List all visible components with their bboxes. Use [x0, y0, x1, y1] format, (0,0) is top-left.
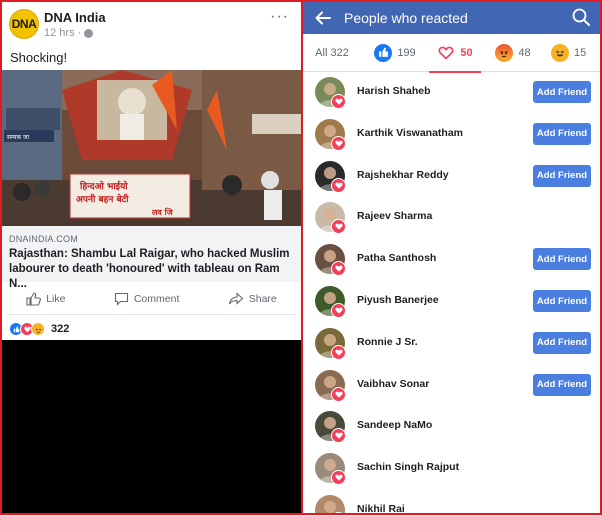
list-item[interactable]: Harish Shaheb Add Friend	[303, 72, 600, 114]
add-friend-button[interactable]: Add Friend	[533, 122, 591, 145]
link-preview[interactable]: DNAINDIA.COM Rajasthan: Shambu Lal Raiga…	[2, 226, 301, 290]
reaction-count: 322	[51, 323, 70, 335]
add-friend-button[interactable]: Add Friend	[533, 331, 591, 354]
person-name[interactable]: Sachin Singh Rajput	[357, 461, 459, 473]
person-name[interactable]: Piyush Banerjee	[357, 294, 439, 306]
image-sign-line-3: लव जि	[151, 207, 174, 217]
list-item[interactable]: Rajshekhar Reddy Add Friend	[303, 156, 600, 198]
action-bar: Like Comment Share	[2, 286, 301, 312]
add-friend-button[interactable]: Add Friend	[533, 164, 591, 187]
heart-icon	[331, 219, 346, 235]
reactions-panel: People who reacted All 322 199 50 48 15 …	[303, 2, 600, 513]
heart-icon	[331, 344, 346, 360]
list-item[interactable]: Karthik Viswanatham Add Friend	[303, 114, 600, 156]
person-name[interactable]: Vaibhav Sonar	[357, 378, 429, 390]
share-label: Share	[248, 293, 277, 305]
list-item[interactable]: Patha Santhosh Add Friend	[303, 239, 600, 281]
heart-icon	[331, 177, 346, 193]
post-time[interactable]: 12 hrs	[44, 27, 75, 39]
heart-icon	[331, 94, 346, 109]
like-button[interactable]: Like	[26, 292, 65, 306]
list-item[interactable]: Piyush Banerjee Add Friend	[303, 281, 600, 323]
heart-icon	[331, 261, 346, 277]
screen-title: People who reacted	[344, 10, 468, 26]
heart-icon	[331, 135, 346, 151]
person-name[interactable]: Karthik Viswanatham	[357, 127, 463, 139]
tab-angry-count: 48	[518, 46, 531, 59]
comment-button[interactable]: Comment	[114, 292, 180, 306]
person-name[interactable]: Rajeev Sharma	[357, 210, 432, 222]
tab-love-count: 50	[460, 46, 473, 59]
avatar[interactable]	[315, 495, 345, 513]
meta-separator: ·	[77, 27, 82, 39]
tab-angry[interactable]: 48	[481, 34, 545, 72]
tab-all-label: All 322	[315, 46, 349, 59]
tab-haha-count: 15	[574, 46, 587, 59]
tab-love[interactable]: 50	[429, 34, 481, 73]
list-item[interactable]: Vaibhav Sonar Add Friend	[303, 365, 600, 407]
tab-like-count: 199	[397, 46, 416, 59]
post-header: DNA DNA India 12 hrs · ···	[2, 2, 301, 46]
image-sign-line-2: अपनी बहन बेटी	[76, 193, 129, 205]
thumbs-up-icon	[26, 292, 42, 306]
reaction-summary[interactable]: 322	[9, 321, 69, 337]
list-item[interactable]: Ronnie J Sr. Add Friend	[303, 323, 600, 365]
share-arrow-icon	[228, 292, 244, 305]
link-domain: DNAINDIA.COM	[9, 234, 78, 244]
post-card: DNA DNA India 12 hrs · ··· Shocking! हिन…	[2, 2, 301, 340]
angry-reaction-icon	[31, 322, 45, 336]
heart-icon	[331, 470, 346, 486]
tab-haha[interactable]: 15	[545, 34, 600, 72]
post-photo: हिन्दओ भाईयो अपनी बहन बेटी लव जि सम्यक ज…	[2, 70, 301, 226]
angry-face-icon	[495, 43, 514, 62]
page-avatar[interactable]: DNA	[9, 9, 39, 39]
person-name[interactable]: Patha Santhosh	[357, 252, 436, 264]
heart-icon	[331, 386, 346, 402]
person-name[interactable]: Sandeep NaMo	[357, 419, 432, 431]
person-name[interactable]: Harish Shaheb	[357, 85, 431, 97]
like-label: Like	[46, 293, 66, 305]
post-panel: DNA DNA India 12 hrs · ··· Shocking! हिन…	[2, 2, 301, 513]
post-text: Shocking!	[10, 50, 68, 65]
comment-label: Comment	[133, 293, 180, 305]
page-name[interactable]: DNA India	[44, 10, 106, 25]
add-friend-button[interactable]: Add Friend	[533, 248, 591, 271]
post-image[interactable]: हिन्दओ भाईयो अपनी बहन बेटी लव जि सम्यक ज…	[2, 70, 301, 226]
comment-icon	[114, 292, 128, 306]
laughing-face-icon	[551, 43, 569, 62]
person-name[interactable]: Nikhil Rai	[357, 503, 405, 513]
top-bar: People who reacted	[303, 2, 600, 34]
heart-icon	[331, 303, 346, 318]
add-friend-button[interactable]: Add Friend	[533, 373, 591, 396]
panel-divider	[301, 0, 303, 515]
person-name[interactable]: Rajshekhar Reddy	[357, 169, 449, 181]
list-item[interactable]: Rajeev Sharma	[303, 197, 600, 239]
search-icon[interactable]	[572, 8, 590, 26]
person-name[interactable]: Ronnie J Sr.	[357, 336, 418, 348]
heart-icon	[437, 43, 456, 62]
thumbs-up-icon	[374, 43, 393, 62]
post-meta: 12 hrs ·	[44, 27, 94, 39]
list-item[interactable]: Sachin Singh Rajput	[303, 448, 600, 490]
list-item[interactable]: Sandeep NaMo	[303, 406, 600, 448]
tab-like[interactable]: 199	[361, 34, 429, 72]
more-horizontal-icon[interactable]: ···	[270, 8, 289, 26]
reaction-tabs: All 322 199 50 48 15	[303, 34, 600, 73]
tab-all[interactable]: All 322	[303, 34, 361, 72]
image-shop-sign: सम्यक जा	[7, 134, 29, 141]
arrow-left-icon[interactable]	[315, 10, 331, 26]
globe-icon	[84, 28, 94, 38]
add-friend-button[interactable]: Add Friend	[533, 81, 591, 103]
action-divider	[7, 314, 296, 315]
list-item[interactable]: Nikhil Rai	[303, 490, 600, 513]
share-button[interactable]: Share	[228, 292, 277, 306]
heart-icon	[331, 428, 346, 444]
image-sign-line-1: हिन्दओ भाईयो	[79, 180, 128, 192]
add-friend-button[interactable]: Add Friend	[533, 290, 591, 312]
